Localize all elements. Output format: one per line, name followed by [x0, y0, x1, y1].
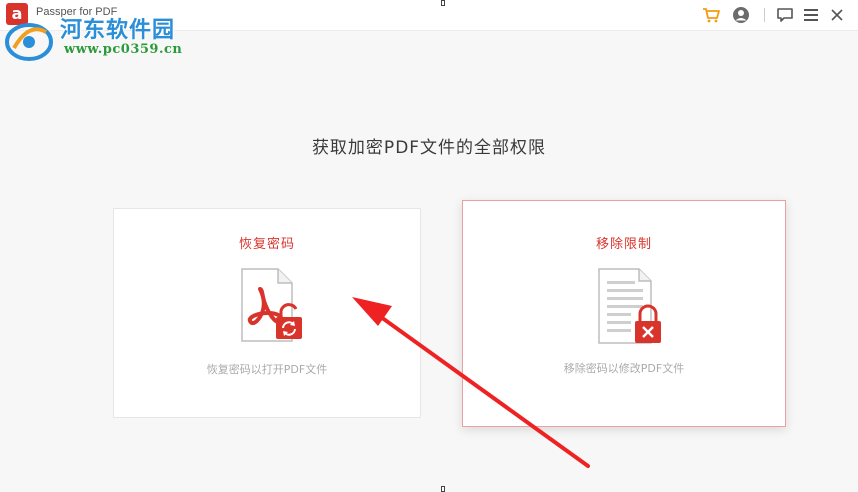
menu-button[interactable]: [800, 4, 822, 26]
account-button[interactable]: [730, 4, 752, 26]
card-description: 恢复密码以打开PDF文件: [206, 363, 328, 376]
window-controls: [700, 4, 850, 26]
menu-icon: [804, 9, 818, 21]
close-icon: [831, 9, 843, 21]
card-title: 恢复密码: [238, 237, 295, 252]
toolbar-divider: [764, 8, 765, 22]
recover-password-card[interactable]: 恢复密码 恢复密码以打开PDF文件: [113, 208, 421, 418]
watermark-site-name: 河东软件园: [60, 17, 176, 43]
user-icon: [733, 7, 749, 23]
cart-icon: [703, 8, 720, 23]
page-title: 获取加密PDF文件的全部权限: [311, 138, 547, 158]
feedback-button[interactable]: [774, 4, 796, 26]
feedback-icon: [777, 8, 793, 22]
card-title: 移除限制: [595, 237, 652, 252]
remove-restrictions-card[interactable]: 移除限制 移除密码以修改PDF文件: [462, 200, 786, 427]
card-description: 移除密码以修改PDF文件: [563, 362, 685, 375]
resize-handle-bottom[interactable]: [441, 486, 445, 492]
resize-handle-top[interactable]: [441, 0, 445, 6]
watermark-logo-icon: [5, 23, 53, 61]
watermark-url: www.pc0359.cn: [64, 42, 183, 57]
document-lock-icon: [598, 268, 661, 344]
watermark: 河东软件园 www.pc0359.cn: [4, 10, 204, 64]
close-button[interactable]: [826, 4, 848, 26]
pdf-unlock-icon: [241, 268, 302, 342]
cart-button[interactable]: [700, 4, 722, 26]
